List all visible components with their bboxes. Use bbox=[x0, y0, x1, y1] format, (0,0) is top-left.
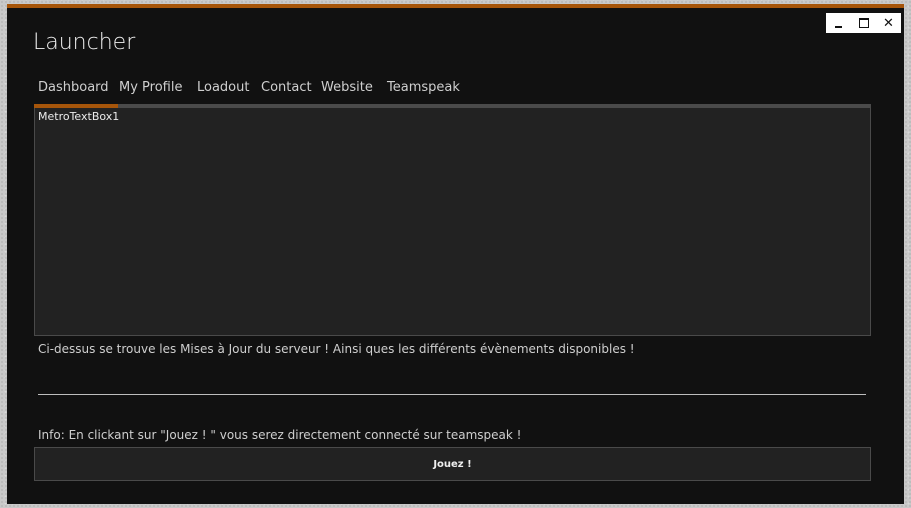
window-title: Launcher bbox=[33, 30, 136, 55]
play-button[interactable]: Jouez ! bbox=[34, 447, 871, 481]
tab-teamspeak[interactable]: Teamspeak bbox=[387, 80, 460, 95]
updates-caption: Ci-dessus se trouve les Mises à Jour du … bbox=[38, 342, 635, 356]
close-icon: ✕ bbox=[883, 15, 894, 31]
maximize-button[interactable] bbox=[854, 13, 874, 33]
tab-website[interactable]: Website bbox=[321, 80, 373, 95]
minimize-button[interactable] bbox=[829, 13, 849, 33]
tab-dashboard[interactable]: Dashboard bbox=[38, 80, 109, 95]
close-button[interactable]: ✕ bbox=[879, 13, 899, 33]
window-controls: ✕ bbox=[826, 13, 901, 33]
launcher-window: ✕ Launcher Dashboard My Profile Loadout … bbox=[7, 4, 904, 504]
tab-my-profile[interactable]: My Profile bbox=[119, 80, 182, 95]
divider bbox=[38, 394, 866, 395]
updates-textbox[interactable]: MetroTextBox1 bbox=[34, 108, 871, 336]
minimize-icon bbox=[835, 26, 842, 28]
info-text: Info: En clickant sur "Jouez ! " vous se… bbox=[38, 428, 522, 442]
tab-contact[interactable]: Contact bbox=[261, 80, 312, 95]
maximize-icon bbox=[858, 18, 869, 28]
tab-loadout[interactable]: Loadout bbox=[197, 80, 249, 95]
